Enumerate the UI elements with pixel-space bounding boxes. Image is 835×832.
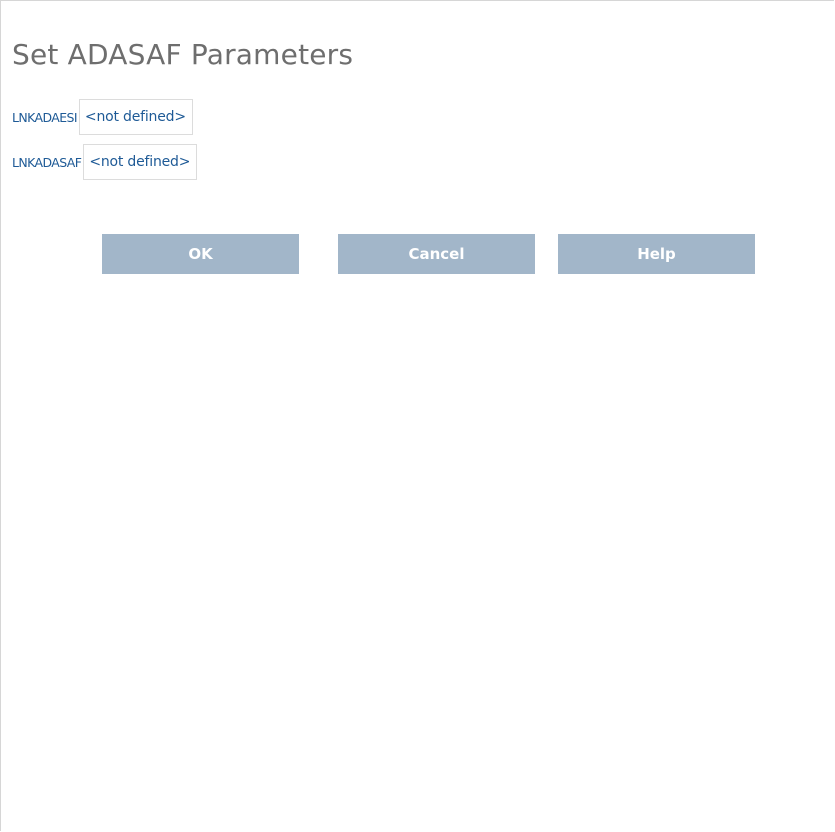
- parameter-value-field[interactable]: <not defined>: [78, 99, 193, 135]
- parameter-label: LNKADAESI: [12, 109, 78, 125]
- dialog-panel: Set ADASAF Parameters LNKADAESI <not def…: [0, 0, 834, 831]
- help-button[interactable]: Help: [558, 234, 755, 274]
- ok-button[interactable]: OK: [102, 234, 299, 274]
- parameter-row-lnkadasaf: LNKADASAF <not defined>: [12, 144, 198, 180]
- parameter-label: LNKADASAF: [12, 154, 82, 170]
- parameter-row-lnkadaesi: LNKADAESI <not defined>: [12, 99, 193, 135]
- parameter-value-field[interactable]: <not defined>: [83, 144, 198, 180]
- page-title: Set ADASAF Parameters: [12, 38, 354, 71]
- cancel-button[interactable]: Cancel: [338, 234, 535, 274]
